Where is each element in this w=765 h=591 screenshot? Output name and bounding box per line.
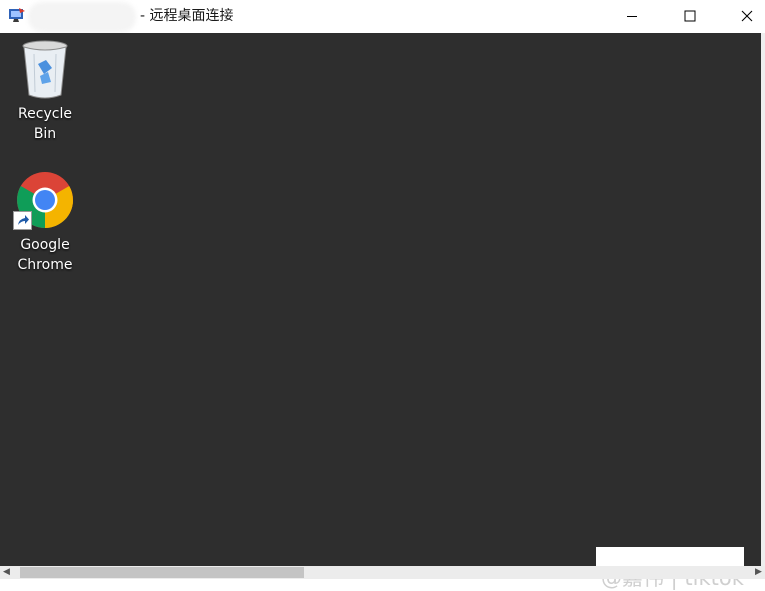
horizontal-scrollbar[interactable]: ◀ ▶ <box>0 566 765 579</box>
title-bar: - 远程桌面连接 <box>0 0 765 33</box>
close-icon <box>741 10 753 22</box>
recycle-bin-icon <box>22 40 68 99</box>
close-button[interactable] <box>724 0 765 32</box>
desktop-icon-google-chrome[interactable]: Google Chrome <box>5 171 85 275</box>
recycle-bin-label: Recycle Bin <box>18 106 72 142</box>
scroll-right-icon[interactable]: ▶ <box>752 566 765 579</box>
desktop-icon-recycle-bin[interactable]: Recycle Bin <box>5 38 85 144</box>
redacted-host-name <box>28 2 136 32</box>
chrome-label: Google Chrome <box>17 237 73 273</box>
shortcut-arrow-icon <box>13 211 32 230</box>
vertical-edge-strip <box>761 33 765 566</box>
remote-desktop-icon <box>9 8 25 22</box>
minimize-button[interactable] <box>609 0 655 32</box>
remote-desktop-area[interactable]: Recycle Bin Google Chrome 知乎 @嘉伟 | tikto… <box>0 33 765 590</box>
scroll-left-icon[interactable]: ◀ <box>0 566 13 579</box>
maximize-icon <box>684 10 696 22</box>
minimize-icon <box>627 16 637 17</box>
scrollbar-thumb[interactable] <box>20 567 304 578</box>
maximize-button[interactable] <box>667 0 713 32</box>
window-title: - 远程桌面连接 <box>140 8 234 24</box>
